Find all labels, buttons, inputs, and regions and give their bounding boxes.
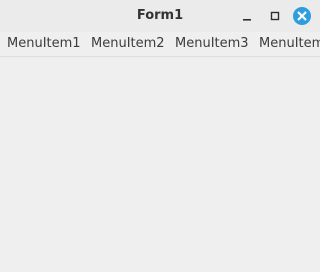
menu-item-1[interactable]: MenuItem1 xyxy=(7,36,81,52)
close-icon xyxy=(293,7,311,25)
maximize-button[interactable] xyxy=(265,6,285,26)
menu-item-4[interactable]: MenuItem4 xyxy=(259,36,320,52)
menu-item-3[interactable]: MenuItem3 xyxy=(175,36,249,52)
close-button[interactable] xyxy=(292,6,312,26)
minimize-button[interactable] xyxy=(237,6,257,26)
menu-item-2[interactable]: MenuItem2 xyxy=(91,36,165,52)
form-window: Form1 MenuItem1 MenuItem2 MenuItem3 Menu… xyxy=(0,0,320,272)
menu-bar: MenuItem1 MenuItem2 MenuItem3 MenuItem4 xyxy=(0,32,320,57)
maximize-icon xyxy=(270,11,280,21)
titlebar[interactable]: Form1 xyxy=(0,0,320,32)
minimize-icon xyxy=(243,19,251,21)
form-client-area xyxy=(0,57,320,272)
